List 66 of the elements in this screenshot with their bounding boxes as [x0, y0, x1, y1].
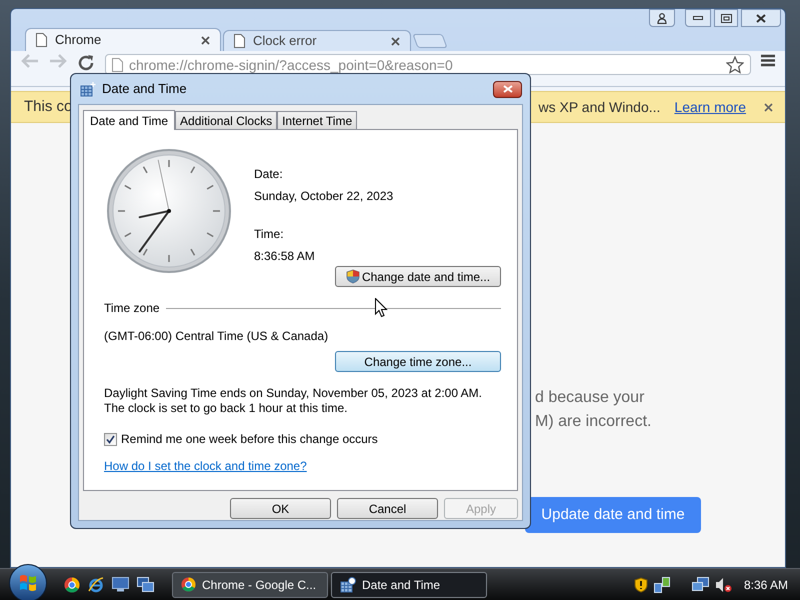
page-icon: [112, 58, 123, 72]
url-text: chrome://chrome-signin/?access_point=0&reason=0: [129, 56, 453, 72]
date-label: Date:: [254, 166, 284, 183]
infobar-text: ws XP and Windo...: [538, 98, 660, 116]
page-icon: [234, 34, 245, 48]
desktop-icon[interactable]: [112, 577, 129, 592]
restore-icon: [720, 14, 732, 22]
update-date-button[interactable]: Update date and time: [525, 497, 701, 533]
dialog-tab[interactable]: Internet Time: [277, 111, 358, 129]
minimize-button[interactable]: [685, 9, 711, 27]
profile-button[interactable]: [649, 9, 675, 27]
time-value: 8:36:58 AM: [254, 248, 316, 265]
taskbar-button[interactable]: Chrome - Google C...: [172, 572, 328, 598]
dst-note: Daylight Saving Time ends on Sunday, November 05, 2023 at 2:00 AM. The clock is set to go back 1 hour at this time.: [104, 386, 483, 416]
learn-more-link[interactable]: Learn more: [674, 96, 746, 118]
section-heading: Time zone: [104, 300, 160, 317]
page-icon: [36, 33, 47, 47]
change-time-zone-button[interactable]: Change time zone...: [335, 351, 501, 372]
page-text: d because your: [535, 388, 646, 408]
start-button[interactable]: [9, 564, 47, 600]
close-icon: [502, 85, 512, 93]
internet-explorer-icon[interactable]: [88, 576, 104, 592]
checkbox-label: Remind me one week before this change occurs: [121, 431, 378, 448]
reload-icon[interactable]: [77, 54, 95, 72]
tab-label: Chrome: [55, 31, 102, 50]
page-text: M) are incorrect.: [535, 412, 652, 432]
connected-computers-icon: [692, 576, 709, 592]
close-button[interactable]: [741, 9, 781, 27]
timezone-value: (GMT-06:00) Central Time (US & Canada): [104, 328, 330, 345]
person-icon: [657, 12, 667, 24]
taskbar-clock: 8:36 AM: [744, 576, 788, 594]
menu-icon[interactable]: [761, 54, 775, 67]
help-link[interactable]: How do I set the clock and time zone?: [104, 457, 307, 475]
dialog-title: Date and Time: [102, 80, 187, 98]
muted-speaker-icon: [714, 576, 732, 592]
close-icon: [756, 14, 766, 22]
maximize-button[interactable]: [714, 9, 738, 27]
address-bar[interactable]: chrome://chrome-signin/?access_point=0&reason=0: [105, 54, 751, 75]
date-value: Sunday, October 22, 2023: [254, 188, 394, 205]
star-icon[interactable]: [726, 56, 744, 74]
close-icon[interactable]: [201, 36, 210, 44]
reminder-checkbox[interactable]: [104, 432, 117, 446]
browser-icon[interactable]: [64, 576, 80, 592]
dialog-tab[interactable]: Additional Clocks: [175, 111, 278, 129]
dialog-tab[interactable]: Date and Time: [83, 110, 176, 130]
time-label: Time:: [254, 226, 285, 243]
dialog-button[interactable]: OK: [230, 498, 331, 519]
change-date-time-button[interactable]: Change date and time...: [335, 266, 501, 287]
mouse-cursor-icon: [375, 298, 388, 318]
close-icon[interactable]: [764, 102, 773, 112]
security-shield-icon: [634, 576, 648, 592]
browser-tab[interactable]: Clock error: [223, 30, 411, 51]
calendar-clock-icon: [80, 81, 96, 97]
close-button[interactable]: [493, 80, 522, 98]
browser-tab[interactable]: Chrome: [25, 28, 221, 51]
close-icon[interactable]: [391, 36, 400, 46]
minimize-icon: [693, 16, 703, 20]
tab-label: Clock error: [253, 32, 318, 50]
windows-logo-icon: [19, 574, 37, 592]
calendar-clock-icon: [340, 576, 356, 592]
dialog-button[interactable]: Cancel: [337, 498, 438, 519]
taskbar-button[interactable]: Date and Time: [331, 572, 487, 598]
shield-icon: [346, 269, 360, 284]
network-icon: [654, 576, 670, 592]
windows-switch-icon[interactable]: [137, 577, 154, 592]
browser-icon: [181, 577, 196, 592]
